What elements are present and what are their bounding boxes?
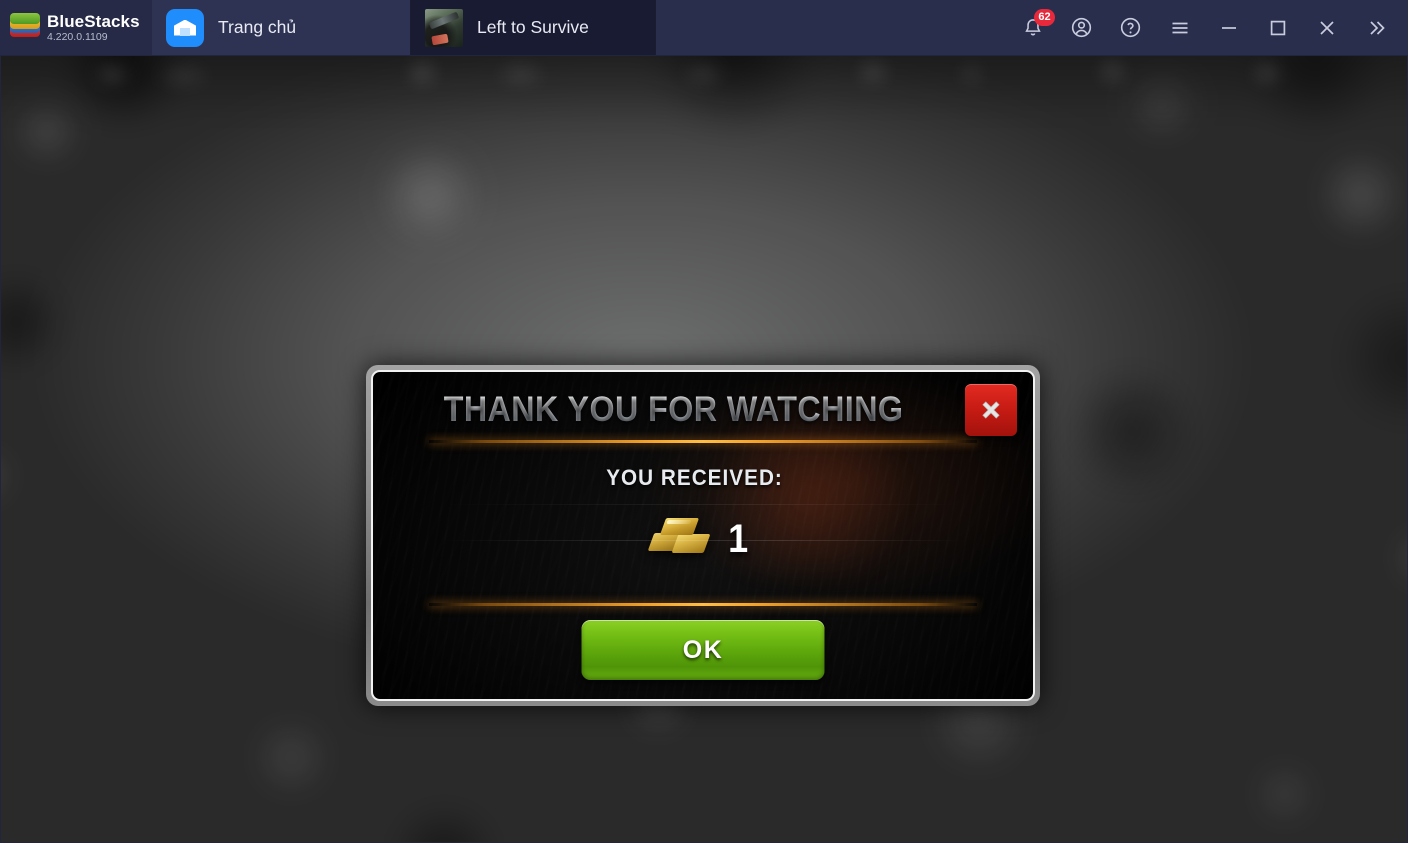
dialog-close-button[interactable] (965, 384, 1017, 436)
minimize-icon (1221, 26, 1236, 29)
game-icon (425, 8, 463, 47)
account-circle-icon (1071, 17, 1092, 38)
maximize-button[interactable] (1253, 0, 1302, 55)
brand-version: 4.220.0.1109 (47, 30, 108, 43)
help-button[interactable] (1106, 0, 1155, 55)
reward-dialog: THANK YOU FOR WATCHING YOU RECEIVED: 1 O… (366, 365, 1040, 706)
tab-label-game: Left to Survive (477, 17, 589, 37)
maximize-icon (1270, 20, 1285, 35)
chevron-double-right-icon (1369, 20, 1385, 35)
game-viewport[interactable]: THANK YOU FOR WATCHING YOU RECEIVED: 1 O… (0, 55, 1408, 843)
home-icon (166, 8, 204, 47)
game-hud-blurred (0, 55, 1408, 125)
close-icon (1319, 20, 1334, 35)
expand-sidebar-button[interactable] (1351, 0, 1400, 55)
divider-top (429, 440, 977, 443)
menu-button[interactable] (1155, 0, 1204, 55)
divider-faint-lower (443, 540, 963, 541)
close-x-icon (982, 401, 1000, 419)
reward-quantity: 1 (727, 517, 749, 561)
hamburger-menu-icon (1172, 22, 1187, 33)
minimize-button[interactable] (1204, 0, 1253, 55)
divider-bottom (429, 603, 977, 606)
ok-button[interactable]: OK (581, 620, 825, 680)
notification-badge: 62 (1034, 9, 1055, 26)
toolbar-actions: 62 (1008, 0, 1408, 55)
you-received-label: YOU RECEIVED: (606, 465, 783, 490)
tab-trang-chu[interactable]: Trang chủ (152, 0, 411, 55)
bluestacks-logo-icon (10, 12, 40, 43)
account-button[interactable] (1057, 0, 1106, 55)
reward-row: 1 (373, 515, 1033, 563)
gold-bars-icon (647, 515, 711, 563)
dialog-title: THANK YOU FOR WATCHING (399, 390, 1006, 430)
tab-left-to-survive[interactable]: Left to Survive (411, 0, 656, 55)
tab-label-home: Trang chủ (218, 17, 297, 37)
app-toolbar: BlueStacks 4.220.0.1109 Trang chủ Left t… (0, 0, 1408, 55)
help-circle-icon (1120, 17, 1141, 38)
divider-faint-upper (443, 504, 963, 505)
brand-name: BlueStacks (47, 11, 140, 31)
notifications-button[interactable]: 62 (1008, 0, 1057, 55)
close-window-button[interactable] (1302, 0, 1351, 55)
bluestacks-brand: BlueStacks 4.220.0.1109 (0, 0, 152, 55)
